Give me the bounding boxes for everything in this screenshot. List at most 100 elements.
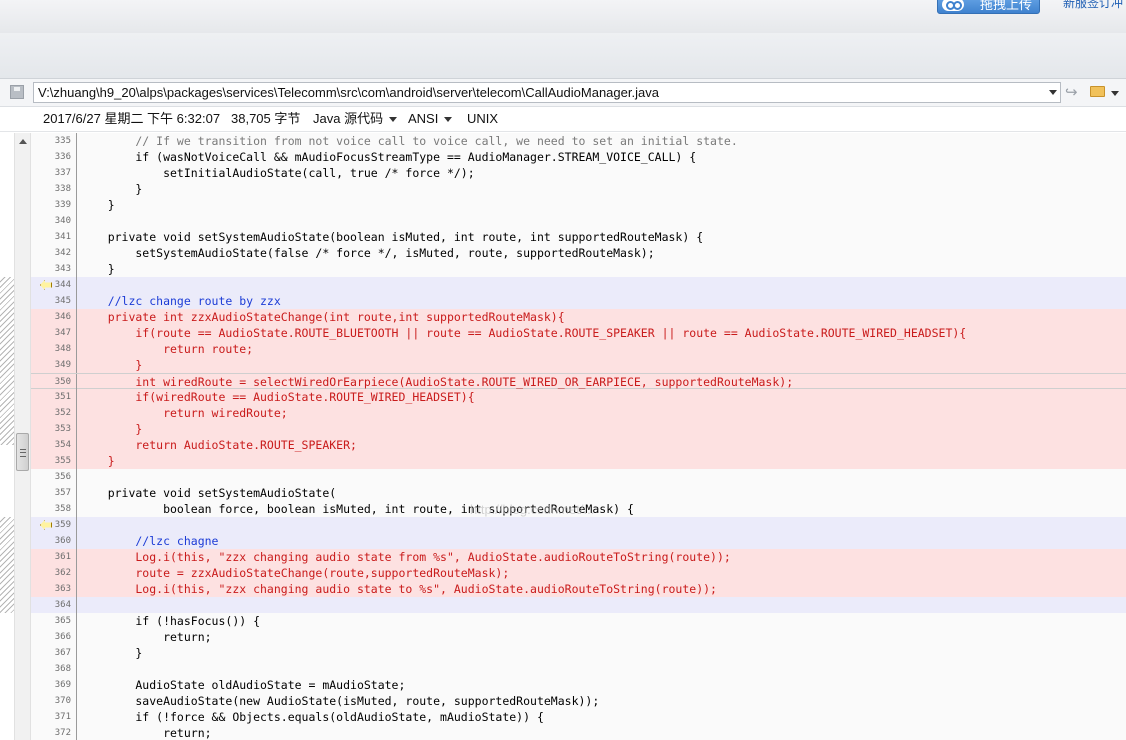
line-number: 362 [54, 568, 71, 578]
line-number: 368 [54, 664, 71, 674]
folder-open-icon[interactable] [1090, 86, 1105, 97]
code-line[interactable]: 370 saveAudioState(new AudioState(isMute… [31, 693, 1126, 709]
code-text: return AudioState.ROUTE_SPEAKER; [80, 438, 357, 452]
line-number: 361 [54, 552, 71, 562]
code-editor[interactable]: 335 // If we transition from not voice c… [0, 133, 1126, 740]
code-text: return route; [80, 342, 254, 356]
line-number: 360 [54, 536, 71, 546]
watermark: http://blog.csdn.net/... [470, 502, 595, 517]
cloud-upload-icon [942, 0, 964, 11]
path-dropdown-arrow-icon[interactable] [1049, 90, 1057, 95]
code-text: if (!hasFocus()) { [80, 614, 261, 628]
modified-date: 2017/6/27 星期二 下午 6:32:07 [43, 111, 221, 126]
code-line[interactable]: 335 // If we transition from not voice c… [31, 133, 1126, 149]
path-bar: V:\zhuang\h9_20\alps\packages\services\T… [0, 79, 1126, 107]
code-line[interactable]: 346 private int zzxAudioStateChange(int … [31, 309, 1126, 325]
top-link[interactable]: 新服签订冲 [1063, 0, 1123, 11]
line-number: 356 [54, 472, 71, 482]
line-number: 337 [54, 168, 71, 178]
line-number: 346 [54, 312, 71, 322]
code-line[interactable]: 362 route = zzxAudioStateChange(route,su… [31, 565, 1126, 581]
line-number: 358 [54, 504, 71, 514]
code-line[interactable]: 372 return; [31, 725, 1126, 740]
code-line[interactable]: 336 if (wasNotVoiceCall && mAudioFocusSt… [31, 149, 1126, 165]
line-number: 355 [54, 456, 71, 466]
scroll-thumb[interactable] [16, 433, 29, 471]
line-number: 336 [54, 152, 71, 162]
code-line[interactable]: 337 setInitialAudioState(call, true /* f… [31, 165, 1126, 181]
ribbon-area [0, 33, 1126, 79]
line-number: 364 [54, 600, 71, 610]
line-number: 339 [54, 200, 71, 210]
code-text: return wiredRoute; [80, 406, 288, 420]
code-line[interactable]: 361 Log.i(this, "zzx changing audio stat… [31, 549, 1126, 565]
code-line[interactable]: 355 } [31, 453, 1126, 469]
code-line[interactable]: 352 return wiredRoute; [31, 405, 1126, 421]
encoding-dropdown-icon [444, 117, 453, 123]
code-line[interactable]: 371 if (!force && Objects.equals(oldAudi… [31, 709, 1126, 725]
language-select[interactable]: Java 源代码 [313, 107, 398, 131]
scroll-up-arrow-icon[interactable] [19, 139, 27, 144]
code-line[interactable]: 363 Log.i(this, "zzx changing audio stat… [31, 581, 1126, 597]
code-line[interactable]: 351 if(wiredRoute == AudioState.ROUTE_WI… [31, 389, 1126, 405]
code-line[interactable]: 343 } [31, 261, 1126, 277]
code-line[interactable]: 366 return; [31, 629, 1126, 645]
file-path-input[interactable]: V:\zhuang\h9_20\alps\packages\services\T… [33, 82, 1061, 103]
line-number: 335 [54, 136, 71, 146]
code-line[interactable]: 345 //lzc change route by zzx [31, 293, 1126, 309]
code-line[interactable]: 342 setSystemAudioState(false /* force *… [31, 245, 1126, 261]
code-line[interactable]: 360 //lzc chagne [31, 533, 1126, 549]
code-line[interactable]: 367 } [31, 645, 1126, 661]
line-number: 369 [54, 680, 71, 690]
code-line[interactable]: 369 AudioState oldAudioState = mAudioSta… [31, 677, 1126, 693]
encoding-select[interactable]: ANSI [408, 107, 453, 131]
code-text: if (!force && Objects.equals(oldAudioSta… [80, 710, 544, 724]
fold-guide [76, 597, 81, 613]
line-number: 351 [54, 392, 71, 402]
code-line[interactable]: 348 return route; [31, 341, 1126, 357]
code-line[interactable]: 349 } [31, 357, 1126, 373]
save-icon[interactable] [10, 85, 24, 99]
fold-guide [76, 277, 81, 293]
code-text: } [80, 454, 115, 468]
code-text: Log.i(this, "zzx changing audio state fr… [80, 550, 731, 564]
code-line[interactable]: 339 } [31, 197, 1126, 213]
line-ending-label[interactable]: UNIX [467, 107, 498, 131]
line-number: 371 [54, 712, 71, 722]
code-text: } [80, 646, 143, 660]
code-line[interactable]: 340 [31, 213, 1126, 229]
code-text: Log.i(this, "zzx changing audio state to… [80, 582, 717, 596]
language-dropdown-icon [389, 117, 398, 123]
code-line[interactable]: 365 if (!hasFocus()) { [31, 613, 1126, 629]
code-line[interactable]: 338 } [31, 181, 1126, 197]
diff-hatch-bottom [0, 517, 14, 613]
code-text: if(wiredRoute == AudioState.ROUTE_WIRED_… [80, 390, 475, 404]
upload-button-label: 拖拽上传 [980, 0, 1033, 12]
line-number: 353 [54, 424, 71, 434]
code-line[interactable]: 341 private void setSystemAudioState(boo… [31, 229, 1126, 245]
fold-guide [76, 661, 81, 677]
vertical-scrollbar[interactable] [14, 133, 31, 740]
folder-dropdown-arrow-icon[interactable] [1111, 91, 1119, 96]
code-text: private void setSystemAudioState( [80, 486, 337, 500]
code-line[interactable]: 354 return AudioState.ROUTE_SPEAKER; [31, 437, 1126, 453]
code-line[interactable]: 350 int wiredRoute = selectWiredOrEarpie… [31, 373, 1126, 390]
code-line[interactable]: 353 } [31, 421, 1126, 437]
file-info-bar: 2017/6/27 星期二 下午 6:32:07 38,705 字节 Java … [0, 107, 1126, 132]
line-number: 342 [54, 248, 71, 258]
code-line[interactable]: 347 if(route == AudioState.ROUTE_BLUETOO… [31, 325, 1126, 341]
code-text: } [80, 198, 115, 212]
line-number: 366 [54, 632, 71, 642]
code-text: } [80, 182, 143, 196]
upload-button[interactable]: 拖拽上传 [937, 0, 1040, 14]
code-line[interactable]: 344 [31, 277, 1126, 293]
code-text: if(route == AudioState.ROUTE_BLUETOOTH |… [80, 326, 967, 340]
code-line[interactable]: 356 [31, 469, 1126, 485]
code-line[interactable]: 359 [31, 517, 1126, 533]
line-number: 370 [54, 696, 71, 706]
diff-hatch-top [0, 277, 14, 445]
code-line[interactable]: 368 [31, 661, 1126, 677]
code-line[interactable]: 364 [31, 597, 1126, 613]
code-line[interactable]: 357 private void setSystemAudioState( [31, 485, 1126, 501]
go-arrow-icon[interactable]: ↪ [1065, 83, 1078, 101]
